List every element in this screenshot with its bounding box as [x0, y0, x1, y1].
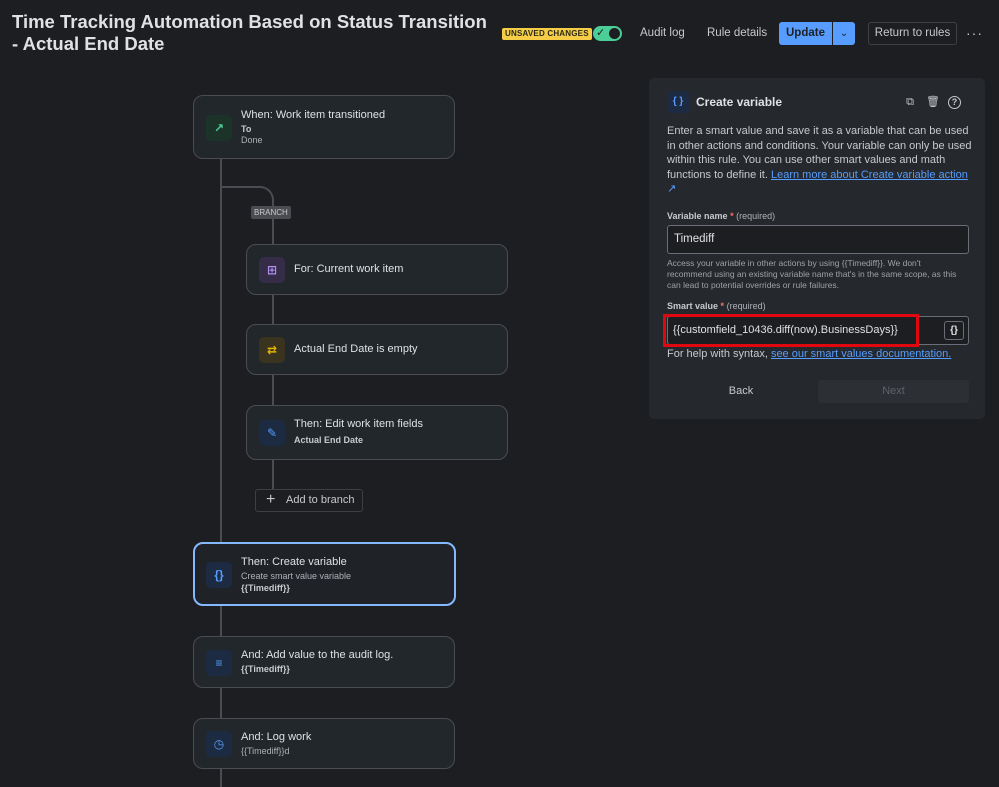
flow-connector: [220, 687, 222, 718]
add-to-branch-button[interactable]: + Add to branch: [255, 489, 363, 512]
flow-connector: [272, 374, 274, 405]
variable-name-input[interactable]: Timediff: [667, 225, 969, 254]
variable-name-help: Access your variable in other actions by…: [667, 258, 957, 290]
clock-icon: ◷: [206, 731, 232, 757]
unsaved-changes-badge: UNSAVED CHANGES: [502, 28, 592, 40]
return-to-rules-button[interactable]: Return to rules: [868, 22, 957, 45]
chevron-down-icon: ⌄: [839, 28, 849, 39]
back-button[interactable]: Back: [667, 380, 815, 403]
condition-title: Actual End Date is empty: [294, 343, 418, 355]
update-dropdown-button[interactable]: ⌄: [833, 22, 855, 45]
branch-icon: ⊞: [259, 257, 285, 283]
syntax-help-text: For help with syntax,: [667, 348, 768, 360]
panel-title: Create variable: [696, 95, 783, 109]
duplicate-icon[interactable]: ⧉: [902, 94, 918, 110]
rule-title: Time Tracking Automation Based on Status…: [12, 11, 487, 54]
edit-fields-title: Then: Edit work item fields: [294, 418, 423, 430]
trigger-to-label: To: [241, 124, 252, 134]
required-mark: *: [720, 301, 725, 311]
branch-for-title: For: Current work item: [294, 263, 404, 275]
update-button[interactable]: Update: [779, 22, 832, 45]
flow-connector: [272, 294, 274, 324]
branch-for-card[interactable]: ⊞ For: Current work item: [246, 244, 508, 295]
audit-log-sub: {{Timediff}}: [241, 664, 290, 674]
smart-values-docs-link[interactable]: see our smart values documentation.: [771, 348, 951, 360]
next-button[interactable]: Next: [818, 380, 969, 403]
create-variable-title: Then: Create variable: [241, 556, 347, 568]
syntax-help: For help with syntax, see our smart valu…: [667, 348, 951, 360]
edit-fields-sub: Actual End Date: [294, 435, 364, 445]
help-icon[interactable]: ?: [948, 96, 961, 109]
required-text: (required): [736, 211, 776, 221]
transition-icon: ↗: [206, 115, 232, 141]
audit-log-link[interactable]: Audit log: [640, 26, 685, 40]
audit-log-title: And: Add value to the audit log.: [241, 649, 394, 661]
plus-icon: +: [266, 491, 276, 508]
create-variable-card[interactable]: {} Then: Create variable Create smart va…: [193, 542, 456, 606]
braces-icon: { }: [667, 91, 689, 113]
delete-icon[interactable]: 🗑: [925, 94, 941, 110]
create-variable-panel: { } Create variable ⧉ 🗑 ? Enter a smart …: [649, 78, 985, 419]
check-icon: ✓: [596, 27, 606, 39]
variable-name-label: Variable name * (required): [667, 211, 775, 221]
add-to-branch-label: Add to branch: [286, 494, 355, 506]
required-mark: *: [730, 211, 734, 221]
audit-log-card[interactable]: ≡ And: Add value to the audit log. {{Tim…: [193, 636, 455, 688]
trigger-card[interactable]: ↗ When: Work item transitioned To Done: [193, 95, 455, 159]
more-options-icon[interactable]: ···: [966, 24, 983, 42]
edit-fields-card[interactable]: ✎ Then: Edit work item fields Actual End…: [246, 405, 508, 460]
trigger-to-value: Done: [241, 135, 263, 145]
insert-smart-value-button[interactable]: {}: [944, 321, 964, 340]
condition-icon: ⇄: [259, 337, 285, 363]
create-variable-value: {{Timediff}}: [241, 583, 290, 593]
trigger-title: When: Work item transitioned: [241, 109, 386, 121]
branch-tag: BRANCH: [251, 206, 291, 219]
create-variable-sub: Create smart value variable: [241, 571, 352, 581]
flow-connector: [220, 768, 222, 787]
condition-card[interactable]: ⇄ Actual End Date is empty: [246, 324, 508, 375]
rule-details-link[interactable]: Rule details: [707, 26, 767, 40]
log-work-title: And: Log work: [241, 731, 312, 743]
toggle-knob: [609, 28, 620, 39]
braces-icon: {}: [206, 562, 232, 588]
highlight-annotation: [663, 314, 919, 347]
log-work-card[interactable]: ◷ And: Log work {{Timediff}}d: [193, 718, 455, 769]
smart-value-label-text: Smart value: [667, 301, 719, 311]
required-text: (required): [726, 301, 766, 311]
log-work-sub: {{Timediff}}d: [241, 746, 290, 756]
rule-enabled-toggle[interactable]: ✓: [593, 26, 622, 41]
audit-log-icon: ≡: [206, 650, 232, 676]
smart-value-label: Smart value * (required): [667, 301, 766, 311]
edit-icon: ✎: [259, 420, 285, 446]
panel-description: Enter a smart value and save it as a var…: [667, 124, 972, 197]
flow-connector: [220, 605, 222, 636]
variable-name-label-text: Variable name: [667, 211, 728, 221]
learn-more-link[interactable]: Learn more about Create variable action: [771, 169, 968, 181]
flow-connector: [272, 459, 274, 490]
external-link-icon: ↗: [667, 183, 677, 195]
